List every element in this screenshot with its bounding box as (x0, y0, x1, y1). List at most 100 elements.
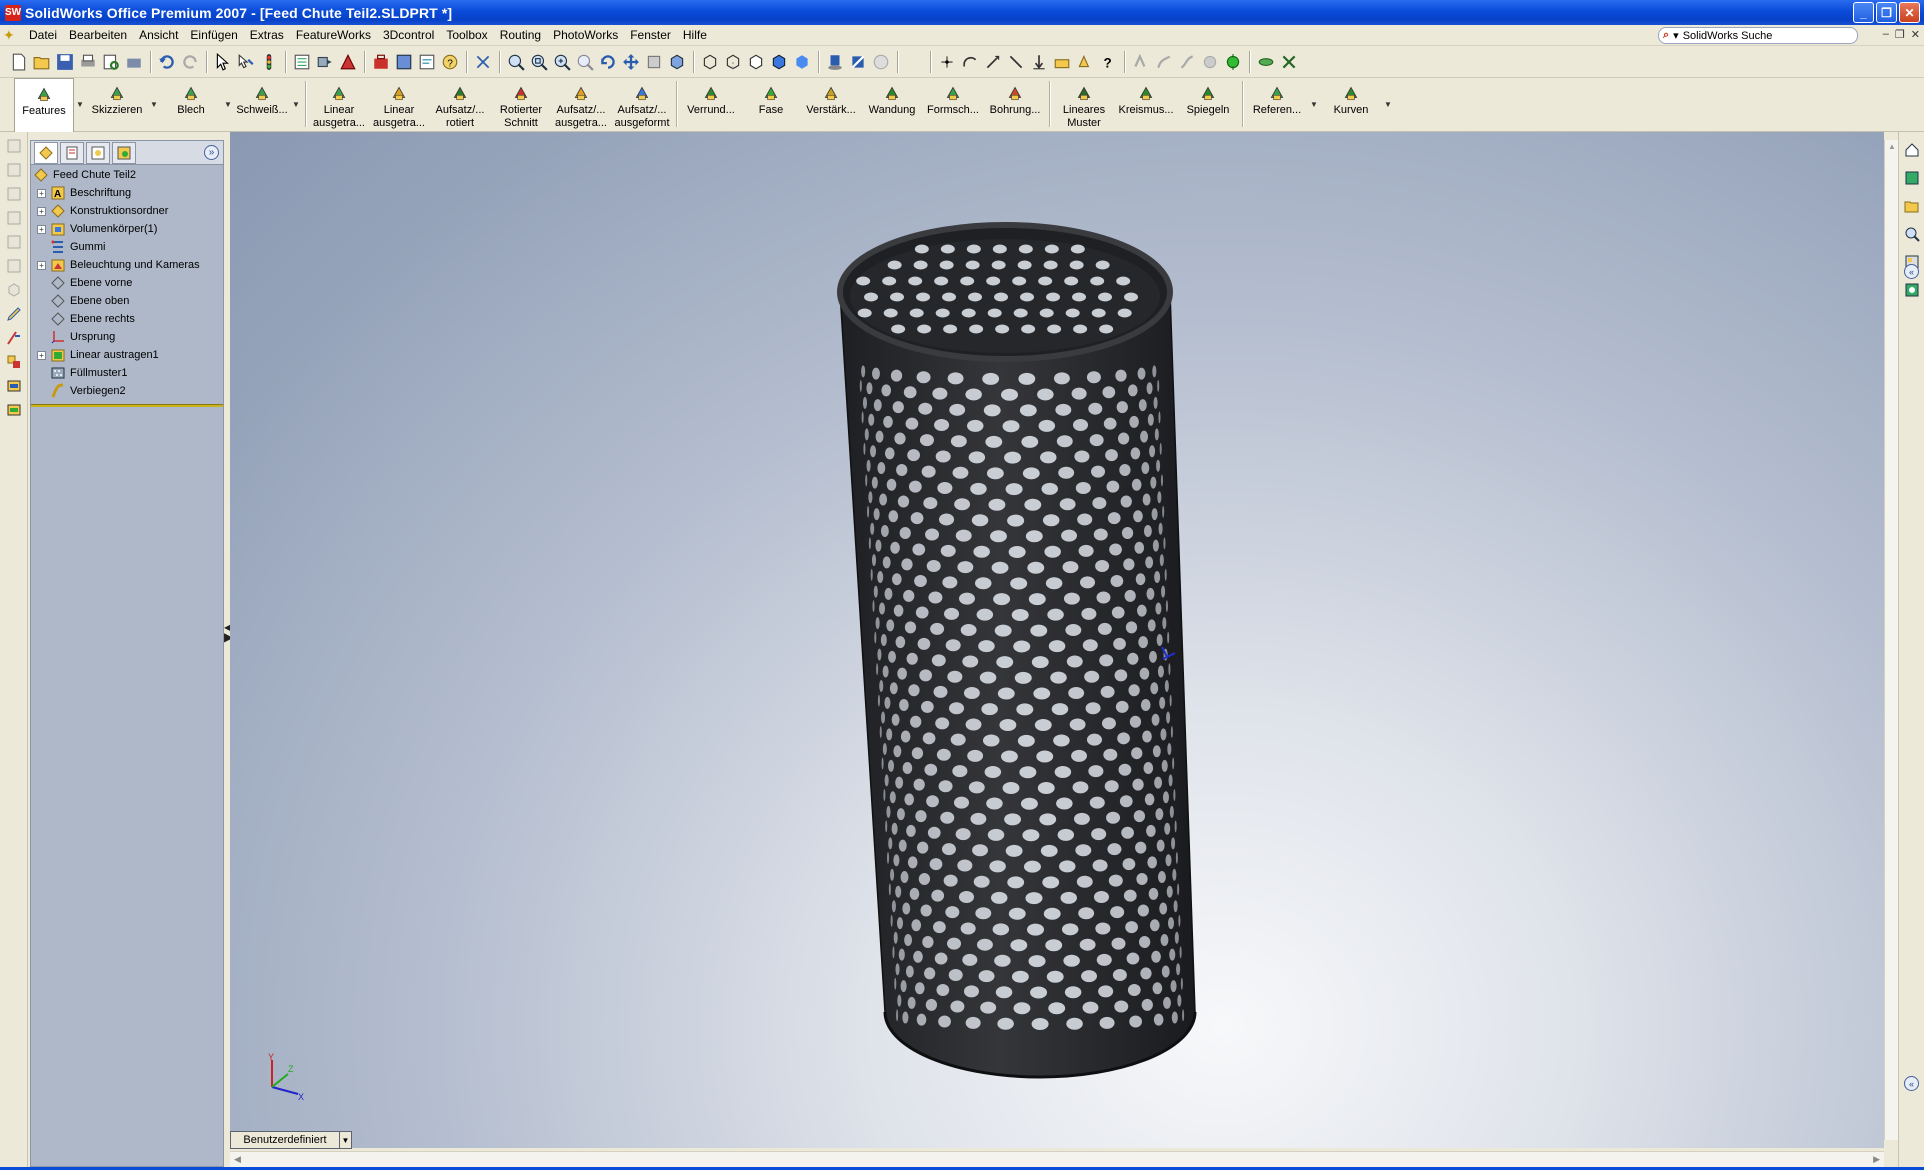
chevron-down-icon[interactable]: ▼ (74, 78, 86, 130)
cmdmgr-tab-0[interactable]: Features (14, 78, 74, 132)
vertical-scrollbar[interactable]: ▲ (1884, 140, 1898, 1140)
chevron-down-icon[interactable]: ▼ (148, 78, 160, 130)
point-icon[interactable] (936, 51, 958, 73)
select-other-icon[interactable] (235, 51, 257, 73)
section-view-icon[interactable] (847, 51, 869, 73)
tree-item[interactable]: + Linear austragen1 (31, 346, 223, 364)
isometric-view-icon[interactable] (4, 280, 24, 300)
cmd-reference-geometry-button[interactable]: Referen... (1246, 78, 1308, 130)
tree-item[interactable]: + A Beschriftung (31, 184, 223, 202)
menu-datei[interactable]: Datei (23, 28, 63, 42)
photoworks-items-icon[interactable] (1902, 280, 1922, 300)
snap-icon[interactable] (314, 51, 336, 73)
cmd-hole-wizard-button[interactable]: Bohrung... (984, 78, 1046, 130)
restore-button[interactable]: ❐ (1876, 2, 1897, 23)
tree-item[interactable]: Ebene oben (31, 292, 223, 310)
cmd-extruded-cut-button[interactable]: Linear ausgetra... (369, 78, 429, 130)
search-icon[interactable]: ⌕ (1663, 29, 1669, 42)
menu-hilfe[interactable]: Hilfe (677, 28, 713, 42)
hidden-lines-visible-icon[interactable] (722, 51, 744, 73)
document-restore-button[interactable]: ❐ (1895, 28, 1905, 41)
undo-icon[interactable] (156, 51, 178, 73)
photoworks-scene-icon[interactable] (1278, 51, 1300, 73)
realview-icon[interactable] (870, 51, 892, 73)
chevron-down-icon[interactable]: ▼ (290, 78, 302, 130)
document-minimize-button[interactable]: – (1883, 28, 1889, 41)
perforated-cylinder-model[interactable] (230, 132, 1884, 1148)
horizontal-scrollbar[interactable]: ◀ ▶ (230, 1151, 1884, 1167)
photoworks-tab-icon[interactable] (112, 141, 136, 164)
shaded-icon[interactable] (791, 51, 813, 73)
zoom-in-out-icon[interactable] (551, 51, 573, 73)
query-icon[interactable]: ? (1097, 51, 1119, 73)
view-orientation-selector[interactable]: Benutzerdefiniert ▼ (230, 1131, 352, 1149)
chevron-down-icon[interactable]: ▼ (1308, 78, 1320, 130)
cmd-swept-boss-button[interactable]: Aufsatz/... ausgetra... (551, 78, 611, 130)
expand-plus-icon[interactable]: + (37, 188, 46, 198)
expand-plus-icon[interactable]: + (37, 206, 46, 216)
cmd-revolved-cut-button[interactable]: Rotierter Schnitt (491, 78, 551, 130)
pan-icon[interactable] (620, 51, 642, 73)
tree-item[interactable]: Ebene vorne (31, 274, 223, 292)
propertymanager-tab-icon[interactable] (60, 141, 84, 164)
minimize-button[interactable]: _ (1853, 2, 1874, 23)
cmd-linear-pattern-button[interactable]: Lineares Muster (1053, 78, 1115, 130)
expand-panel-icon[interactable]: » (204, 145, 219, 160)
zoom-area-icon[interactable] (528, 51, 550, 73)
search-dropdown-icon[interactable]: ▾ (1673, 29, 1679, 42)
display-relations-icon[interactable] (4, 376, 24, 396)
configurationmanager-tab-icon[interactable] (86, 141, 110, 164)
open-icon[interactable] (31, 51, 53, 73)
tree-root-part[interactable]: Feed Chute Teil2 (31, 166, 223, 184)
print-icon[interactable] (77, 51, 99, 73)
layer-icon[interactable] (393, 51, 415, 73)
inactive-tool-icon[interactable] (1199, 51, 1221, 73)
shaded-with-edges-icon[interactable] (768, 51, 790, 73)
solidworks-menu-logo-icon[interactable]: ✦ (3, 27, 19, 43)
sketch-tool-icon[interactable] (4, 304, 24, 324)
front-view-icon[interactable] (4, 136, 24, 156)
select-icon[interactable] (212, 51, 234, 73)
close-button[interactable]: ✕ (1899, 2, 1920, 23)
tree-item[interactable]: + Beleuchtung und Kameras (31, 256, 223, 274)
arc-icon[interactable] (959, 51, 981, 73)
menu-featureworks[interactable]: FeatureWorks (290, 28, 377, 42)
new-icon[interactable] (8, 51, 30, 73)
tree-item[interactable]: + Konstruktionsordner (31, 202, 223, 220)
featuremanager-tab-icon[interactable] (34, 141, 58, 164)
cmd-curves-button[interactable]: Kurven (1320, 78, 1382, 130)
rotate-view-icon[interactable] (597, 51, 619, 73)
curve-edit-icon[interactable] (1153, 51, 1175, 73)
scroll-right-icon[interactable]: ▶ (1873, 1154, 1880, 1165)
menu-einfuegen[interactable]: Einfügen (184, 28, 243, 42)
menu-extras[interactable]: Extras (244, 28, 290, 42)
properties-icon[interactable] (416, 51, 438, 73)
tree-item[interactable]: Füllmuster1 (31, 364, 223, 382)
bottom-view-icon[interactable] (4, 256, 24, 276)
diagonal-line-icon[interactable] (1005, 51, 1027, 73)
3dcontrol-icon[interactable] (337, 51, 359, 73)
tree-item[interactable]: Verbiegen2 (31, 382, 223, 400)
expand-plus-icon[interactable]: + (37, 224, 46, 234)
tree-item[interactable]: Ursprung (31, 328, 223, 346)
dimension-icon[interactable] (1051, 51, 1073, 73)
cmd-circular-pattern-button[interactable]: Kreismus... (1115, 78, 1177, 130)
menu-photoworks[interactable]: PhotoWorks (547, 28, 624, 42)
right-view-icon[interactable] (4, 208, 24, 228)
scroll-up-icon[interactable]: ▲ (1888, 142, 1896, 151)
cmd-rib-button[interactable]: Verstärk... (800, 78, 862, 130)
collapse-taskpane-bottom-icon[interactable]: « (1904, 1076, 1919, 1091)
photoworks-options-icon[interactable] (1255, 51, 1277, 73)
toolbox-icon[interactable] (370, 51, 392, 73)
chevron-down-icon[interactable]: ▼ (339, 1132, 351, 1148)
cmd-fillet-button[interactable]: Verrund... (680, 78, 742, 130)
design-library-icon[interactable] (1902, 168, 1922, 188)
line-icon[interactable] (982, 51, 1004, 73)
curve-edit2-icon[interactable] (1176, 51, 1198, 73)
print-setup-icon[interactable] (123, 51, 145, 73)
left-view-icon[interactable] (4, 184, 24, 204)
add-relation-icon[interactable] (4, 352, 24, 372)
cmdmgr-tab-2[interactable]: Blech (160, 78, 222, 130)
tree-item[interactable]: Gummi (31, 238, 223, 256)
feature-icon[interactable] (1074, 51, 1096, 73)
